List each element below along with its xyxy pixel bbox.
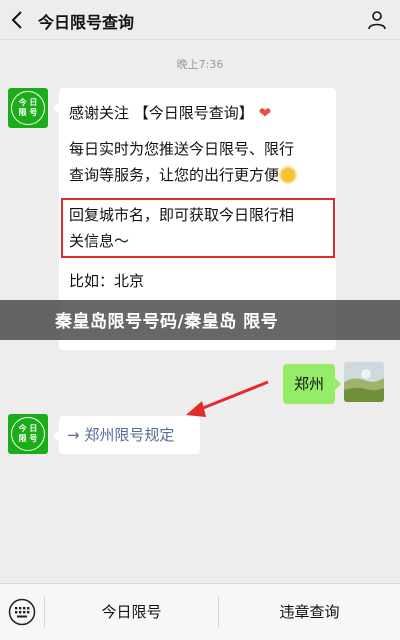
service-line-1: 每日实时为您推送今日限号、限行 [69,140,295,158]
top-bar: 今日限号查询 [0,0,400,40]
avatar-text-line2: 限 号 [18,108,38,117]
user-avatar[interactable] [344,362,384,402]
instruction-line-1: 回复城市名，即可获取今日限行相 [69,206,295,224]
user-message-bubble: 郑州 [283,364,341,404]
landscape-avatar-icon [344,362,384,402]
avatar-text-line1: 今 日 [18,98,38,107]
account-avatar-reply[interactable]: 今 日 限 号 [8,414,48,454]
bottom-menu-bar: 今日限号 违章查询 [0,583,400,640]
account-avatar[interactable]: 今 日 限 号 [8,88,48,128]
back-arrow-icon[interactable] [6,8,30,32]
menu-today-restriction[interactable]: 今日限号 [45,584,218,640]
menu-violation-query[interactable]: 违章查询 [219,584,400,640]
service-line-2: 查询等服务，让您的出行更方便 [69,162,326,188]
banner-title: 秦皇岛限号号码/秦皇岛 限号 [55,312,279,332]
service-paragraph: 每日实时为您推送今日限号、限行 查询等服务，让您的出行更方便 [69,136,326,188]
avatar-text-line2: 限 号 [18,434,38,443]
message-timestamp: 晚上7:36 [176,58,224,71]
zhengzhou-rules-link[interactable]: → 郑州限号规定 [67,426,174,444]
sun-emoji-icon [281,168,296,182]
heart-icon: ❤ [258,104,272,122]
welcome-text: 感谢关注 【今日限号查询】 [69,104,254,122]
keyboard-icon[interactable] [8,598,36,626]
instruction-line-2: 关信息～ [69,232,130,250]
reply-link-bubble[interactable]: → 郑州限号规定 [53,416,200,454]
profile-icon[interactable] [366,9,388,31]
example-line: 比如：北京 [69,272,145,290]
avatar-text-line1: 今 日 [18,424,38,433]
page-title: 今日限号查询 [38,13,135,32]
highlighted-instruction: 回复城市名，即可获取今日限行相 关信息～ [61,198,335,258]
welcome-line: 感谢关注 【今日限号查询】 ❤ [69,100,326,126]
